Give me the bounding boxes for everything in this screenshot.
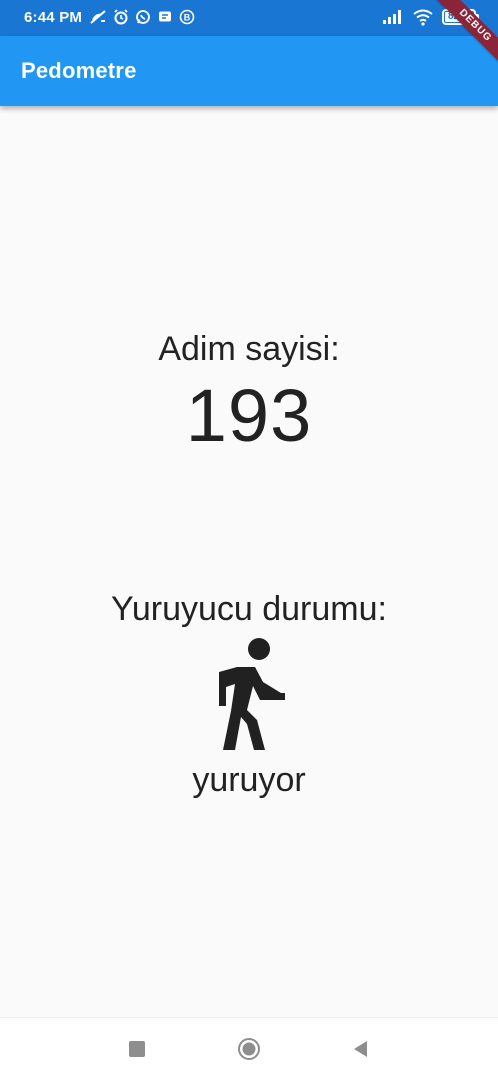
app-title: Pedometre — [21, 58, 137, 83]
notification-b-icon: B — [179, 9, 195, 25]
recent-apps-icon[interactable] — [126, 1038, 148, 1060]
signal-icon — [383, 10, 401, 24]
message-icon — [159, 11, 171, 22]
battery-text: 82 — [448, 11, 460, 22]
home-icon[interactable] — [237, 1037, 261, 1061]
status-left-icons: B — [89, 9, 195, 25]
pedestrian-status-label: Yuruyucu durumu: — [111, 590, 387, 628]
back-icon[interactable] — [350, 1038, 372, 1060]
wifi-icon — [413, 9, 433, 26]
svg-text:B: B — [184, 13, 191, 23]
status-time: 6:44 PM — [24, 9, 83, 26]
battery-icon: 82 — [442, 9, 479, 25]
muted-alarm-icon — [90, 10, 106, 24]
status-right-icons: 82 — [382, 8, 479, 26]
pedestrian-status-value: yuruyor — [192, 761, 306, 799]
steps-value: 193 — [185, 374, 313, 457]
whatsapp-icon — [136, 10, 150, 24]
steps-label: Adim sayisi: — [158, 330, 340, 368]
walking-person-icon — [219, 638, 285, 750]
status-bar: 6:44 PM B 82 — [0, 0, 498, 36]
main-content: Adim sayisi: 193 Yuruyucu durumu: yuruyo… — [0, 106, 498, 1018]
alarm-clock-icon — [114, 9, 128, 25]
navigation-bar — [0, 1017, 498, 1080]
app-bar: Pedometre — [0, 36, 498, 106]
